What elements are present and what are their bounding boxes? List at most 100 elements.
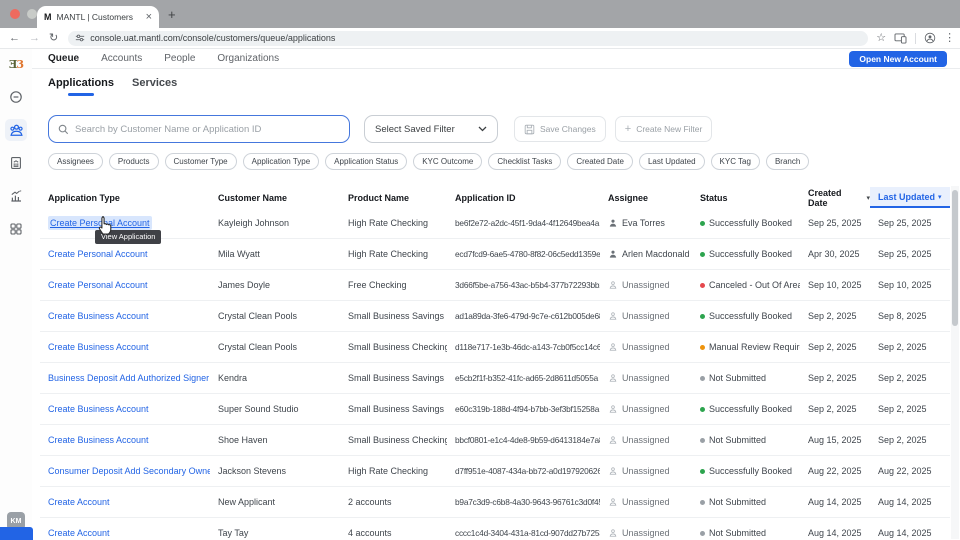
column-header-product-name[interactable]: Product Name (340, 187, 447, 208)
bookmark-star-icon[interactable]: ☆ (876, 32, 886, 44)
column-label: Customer Name (218, 192, 288, 203)
cell-assignee: Unassigned (600, 435, 692, 445)
status-dot-orange (700, 344, 705, 350)
open-new-account-button[interactable]: Open New Account (849, 51, 947, 67)
nav-item-people[interactable]: People (164, 53, 195, 64)
forward-icon[interactable]: → (29, 32, 40, 44)
cell-created-date: Sep 2, 2025 (808, 373, 857, 383)
tab-services[interactable]: Services (132, 77, 177, 96)
application-type-link[interactable]: Create Business Account (48, 404, 149, 414)
close-window-button[interactable] (10, 9, 20, 19)
filter-chip-branch[interactable]: Branch (765, 153, 810, 170)
cell-product-name: High Rate Checking (348, 218, 429, 228)
application-type-link[interactable]: Create Personal Account (48, 280, 148, 290)
browser-tab[interactable]: M MANTL | Customers × (37, 6, 159, 28)
cell-created-date: Aug 22, 2025 (808, 466, 862, 476)
browser-menu-icon[interactable]: ⋮ (944, 32, 955, 44)
application-type-link[interactable]: Consumer Deposit Add Secondary Owner (48, 466, 210, 476)
minimize-window-button[interactable] (27, 9, 37, 19)
application-type-link[interactable]: Create Business Account (48, 342, 149, 352)
search-input[interactable] (75, 123, 340, 135)
app-top-nav: Queue Accounts People Organizations Open… (32, 49, 960, 69)
search-box[interactable] (48, 115, 350, 143)
nav-item-queue[interactable]: Queue (48, 53, 79, 64)
table-row: Create Personal Account Kayleigh Johnson H… (40, 208, 950, 239)
accounts-document-icon[interactable] (5, 152, 27, 174)
create-new-filter-label: Create New Filter (636, 124, 703, 134)
filter-chip-last-updated[interactable]: Last Updated (638, 153, 705, 170)
cell-created-date: Aug 14, 2025 (808, 497, 862, 507)
unassigned-person-icon (609, 467, 617, 475)
filter-chip-kyc-outcome[interactable]: KYC Outcome (413, 153, 483, 170)
plus-icon: + (624, 122, 632, 135)
column-header-last-updated[interactable]: Last Updated ▾ (870, 187, 950, 208)
nav-item-organizations[interactable]: Organizations (217, 53, 279, 64)
status-label: Successfully Booked (709, 466, 793, 476)
cell-application-id: cccc1c4d-3404-431a-81cd-907dd27b7253 (455, 528, 600, 538)
save-changes-label: Save Changes (540, 124, 596, 134)
profile-icon[interactable] (924, 32, 936, 44)
analytics-icon[interactable] (5, 185, 27, 207)
cell-assignee: Unassigned (600, 466, 692, 476)
cell-last-updated: Sep 2, 2025 (878, 435, 927, 445)
cell-customer-name: Crystal Clean Pools (218, 311, 298, 321)
mantl-logo[interactable]: Ǝ3 (5, 53, 27, 75)
column-header-application-type[interactable]: Application Type (40, 187, 210, 208)
cell-status: Successfully Booked (692, 466, 800, 476)
cell-created-date: Sep 2, 2025 (808, 404, 857, 414)
filter-chip-customer-type[interactable]: Customer Type (164, 153, 237, 170)
table-row: Create Business Account Shoe Haven Small B… (40, 425, 950, 456)
nav-item-accounts[interactable]: Accounts (101, 53, 142, 64)
application-type-link[interactable]: Business Deposit Add Authorized Signer (48, 373, 209, 383)
vertical-scrollbar[interactable] (951, 186, 959, 539)
filter-chip-created-date[interactable]: Created Date (567, 153, 633, 170)
filter-chip-application-type[interactable]: Application Type (242, 153, 320, 170)
application-type-link[interactable]: Create Business Account (48, 311, 149, 321)
unassigned-person-icon (609, 312, 617, 320)
cell-created-date: Aug 15, 2025 (808, 435, 862, 445)
filter-chip-kyc-tag[interactable]: KYC Tag (710, 153, 760, 170)
filter-chip-application-status[interactable]: Application Status (325, 153, 408, 170)
cell-assignee: Unassigned (600, 280, 692, 290)
queue-content: Applications Services Select Saved Filte… (32, 70, 960, 540)
back-icon[interactable]: ← (9, 32, 20, 44)
filter-chip-products[interactable]: Products (108, 153, 159, 170)
application-type-link[interactable]: Create Personal Account (48, 249, 148, 259)
address-bar[interactable]: console.uat.mantl.com/console/customers/… (68, 30, 869, 46)
column-header-customer-name[interactable]: Customer Name (210, 187, 340, 208)
cell-assignee: Unassigned (600, 497, 692, 507)
cell-application-id: d118e717-1e3b-46dc-a143-7cb0f5cc14c6 (455, 342, 600, 352)
application-type-link[interactable]: Create Business Account (48, 435, 149, 445)
tab-applications[interactable]: Applications (48, 77, 114, 96)
customers-icon[interactable] (5, 119, 27, 141)
create-new-filter-button[interactable]: + Create New Filter (614, 116, 713, 142)
cell-product-name: High Rate Checking (348, 466, 429, 476)
reload-icon[interactable]: ↻ (49, 32, 58, 44)
column-label: Application Type (48, 192, 120, 203)
column-header-created-date[interactable]: Created Date ▾ (800, 187, 870, 208)
application-type-link[interactable]: Create Account (48, 497, 110, 507)
tab-close-icon[interactable]: × (146, 11, 152, 23)
column-header-assignee[interactable]: Assignee (600, 187, 692, 208)
cell-last-updated: Sep 25, 2025 (878, 249, 932, 259)
status-label: Canceled - Out Of Area (709, 280, 800, 290)
application-type-link[interactable]: Create Account (48, 528, 110, 538)
cell-product-name: Small Business Checking (348, 435, 447, 445)
cell-customer-name: New Applicant (218, 497, 276, 507)
filter-chip-checklist-tasks[interactable]: Checklist Tasks (488, 153, 562, 170)
saved-filter-select[interactable]: Select Saved Filter (364, 115, 498, 143)
messages-icon[interactable] (5, 86, 27, 108)
column-header-status[interactable]: Status (692, 187, 800, 208)
cell-product-name: Small Business Savings (348, 373, 445, 383)
cell-application-id: bbcf0801-e1c4-4de8-9b59-d6413184e7a8 (455, 435, 600, 445)
scrollbar-thumb[interactable] (952, 190, 958, 326)
site-settings-icon[interactable] (75, 33, 85, 43)
devices-icon[interactable] (894, 32, 907, 44)
save-changes-button[interactable]: Save Changes (514, 116, 606, 142)
column-header-application-id[interactable]: Application ID (447, 187, 600, 208)
new-tab-button[interactable]: + (168, 8, 176, 21)
filter-chip-assignees[interactable]: Assignees (48, 153, 103, 170)
status-label: Manual Review Required (709, 342, 800, 352)
status-dot-red (700, 282, 705, 288)
apps-grid-icon[interactable] (5, 218, 27, 240)
